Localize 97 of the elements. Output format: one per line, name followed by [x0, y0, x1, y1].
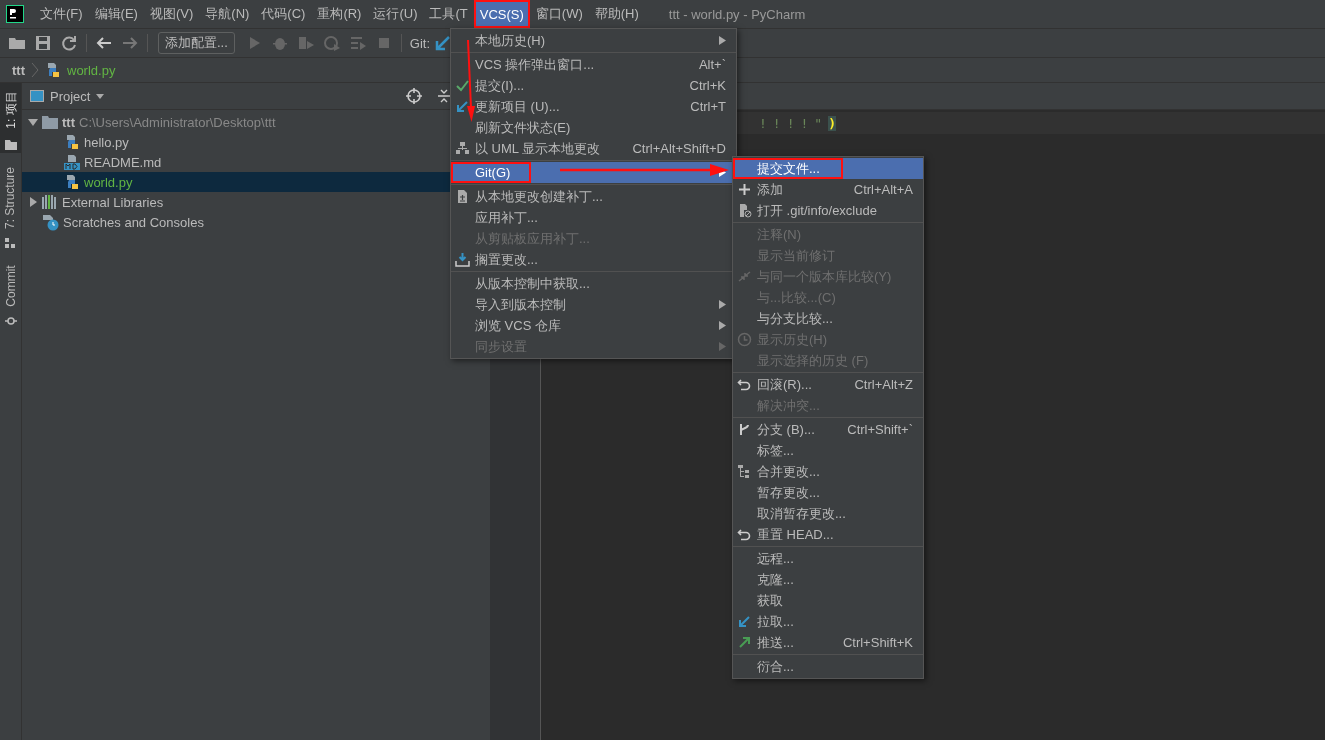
python-file-icon	[45, 62, 61, 78]
libraries-icon	[42, 195, 58, 209]
menu-item[interactable]: 标签...	[733, 440, 923, 461]
tool-window-tab[interactable]: 1: 项目	[0, 83, 21, 153]
add-configuration-button[interactable]: 添加配置...	[158, 32, 235, 54]
menu-title[interactable]: 编辑(E)	[88, 0, 144, 28]
menu-title[interactable]: VCS(S)	[473, 0, 530, 28]
menu-title[interactable]: 工具(T	[423, 0, 474, 28]
panel-icon	[30, 90, 44, 102]
expand-arrow-icon[interactable]	[28, 117, 38, 127]
menu-item[interactable]: 重置 HEAD...	[733, 524, 923, 545]
submenu-arrow-icon	[719, 300, 726, 309]
tree-item[interactable]: hello.py	[22, 132, 450, 152]
arrow-icon	[737, 614, 752, 629]
folder-icon	[4, 140, 17, 150]
scratch-clock-icon	[42, 213, 59, 231]
chevron-icon	[31, 62, 39, 78]
menu-title[interactable]: 窗口(W)	[529, 0, 589, 28]
submenu-arrow-icon	[719, 321, 726, 330]
menu-item[interactable]: 应用补丁...	[451, 207, 736, 228]
menu-item[interactable]: 获取	[733, 590, 923, 611]
save-icon[interactable]	[34, 34, 52, 52]
menu-item[interactable]: 分支 (B)... Ctrl+Shift+`	[733, 419, 923, 440]
expand-arrow-icon[interactable]	[28, 197, 38, 207]
menu-item[interactable]: 添加 Ctrl+Alt+A	[733, 179, 923, 200]
commit-icon	[4, 316, 17, 326]
menu-item[interactable]: 暂存更改...	[733, 482, 923, 503]
diagram-icon	[455, 141, 470, 156]
tree-item[interactable]: Scratches and Consoles	[22, 212, 450, 232]
plus-icon	[737, 182, 752, 197]
crosshair-icon[interactable]	[406, 88, 422, 104]
menu-item[interactable]: 从本地更改创建补丁...	[451, 186, 736, 207]
sync-icon[interactable]	[60, 34, 78, 52]
dropdown-caret-icon[interactable]	[96, 93, 105, 99]
tool-window-tab[interactable]: Commit	[0, 259, 21, 329]
arrow-icon[interactable]	[434, 34, 453, 52]
tree-item[interactable]: ttt C:\Users\Administrator\Desktop\ttt	[22, 112, 450, 132]
menu-item[interactable]: 衍合...	[733, 656, 923, 677]
git-label: Git:	[409, 35, 431, 51]
check-icon	[455, 78, 470, 93]
menu-item[interactable]: 以 UML 显示本地更改 Ctrl+Alt+Shift+D	[451, 138, 736, 159]
menu-item[interactable]: 导入到版本控制	[451, 294, 736, 315]
undo-icon	[737, 527, 752, 542]
menu-item[interactable]: 更新项目 (U)... Ctrl+T	[451, 96, 736, 117]
code-bracket: )	[828, 115, 836, 131]
menu-item[interactable]: 本地历史(H)	[451, 30, 736, 51]
menu-item[interactable]: 取消暂存更改...	[733, 503, 923, 524]
folder-icon	[42, 115, 58, 129]
menu-item[interactable]: VCS 操作弹出窗口... Alt+`	[451, 54, 736, 75]
tree-item[interactable]: External Libraries	[22, 192, 450, 212]
tool-window-tab[interactable]: 7: Structure	[0, 161, 21, 251]
arrows-icon	[737, 269, 752, 284]
menu-item[interactable]: 与分支比较...	[733, 308, 923, 329]
menu-item[interactable]: 合并更改...	[733, 461, 923, 482]
window-title: ttt - world.py - PyCharm	[668, 6, 806, 22]
tree-item[interactable]: world.py	[22, 172, 450, 192]
tree-item[interactable]: README.md	[22, 152, 450, 172]
merge-icon	[737, 464, 752, 479]
markdown-file-icon	[64, 154, 80, 170]
submenu-arrow-icon	[719, 36, 726, 45]
menu-title[interactable]: 视图(V)	[143, 0, 200, 28]
panel-title[interactable]: Project	[50, 88, 91, 104]
menu-item[interactable]: 提交(I)... Ctrl+K	[451, 75, 736, 96]
menu-title[interactable]: 帮助(H)	[588, 0, 645, 28]
collapse-all-icon[interactable]	[436, 88, 452, 104]
menu-title[interactable]: 运行(U)	[367, 0, 424, 28]
menu-item[interactable]: 推送... Ctrl+Shift+K	[733, 632, 923, 653]
menu-item[interactable]: 搁置更改...	[451, 249, 736, 270]
menu-item[interactable]: 从版本控制中获取...	[451, 273, 736, 294]
python-file-icon	[64, 134, 80, 150]
breadcrumb-item[interactable]: world.py	[67, 62, 116, 78]
menu-item[interactable]: 打开 .git/info/exclude	[733, 200, 923, 221]
menu-title[interactable]: 文件(F)	[34, 0, 89, 28]
undo-icon	[737, 377, 752, 392]
menu-title[interactable]: 代码(C)	[255, 0, 312, 28]
menu-item[interactable]: 克隆...	[733, 569, 923, 590]
breadcrumb-item[interactable]: ttt	[12, 62, 25, 78]
menu-item[interactable]: 回滚(R)... Ctrl+Alt+Z	[733, 374, 923, 395]
menu-item[interactable]: 浏览 VCS 仓库	[451, 315, 736, 336]
document-icon	[737, 203, 752, 218]
menu-item[interactable]: 提交文件...	[733, 158, 923, 179]
python-file-icon	[64, 174, 80, 190]
arrow-icon	[455, 99, 470, 114]
clock-icon	[737, 332, 752, 347]
menu-title[interactable]: 重构(R)	[311, 0, 368, 28]
branch-icon	[737, 422, 752, 437]
app-logo	[6, 5, 24, 23]
structure-icon	[4, 238, 17, 248]
document-icon	[455, 189, 470, 204]
arrow-icon	[737, 635, 752, 650]
menu-item[interactable]: 远程...	[733, 548, 923, 569]
submenu-arrow-icon	[719, 342, 726, 351]
menu-item[interactable]: 刷新文件状态(E)	[451, 117, 736, 138]
menu-title[interactable]: 导航(N)	[199, 0, 256, 28]
menu-item[interactable]: 拉取...	[733, 611, 923, 632]
code-text: !!!!"	[759, 115, 829, 131]
download-icon	[455, 252, 470, 267]
